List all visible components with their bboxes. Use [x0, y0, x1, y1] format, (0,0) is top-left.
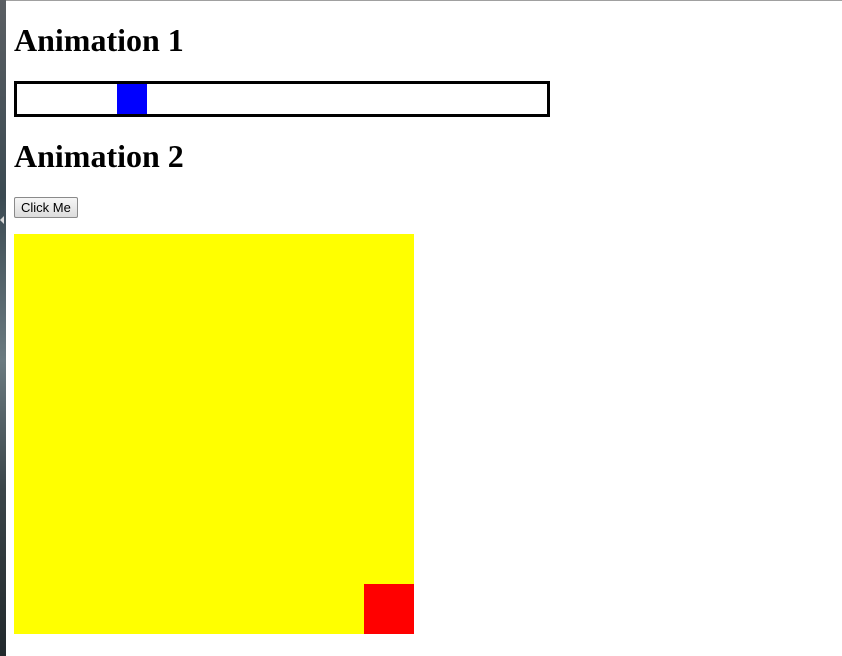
animation-2-heading: Animation 2 [14, 138, 184, 174]
collapse-arrow-icon [0, 216, 4, 224]
animation-1-heading: Animation 1 [14, 22, 184, 58]
animation-1-track [14, 81, 550, 117]
animation-1-moving-block [117, 84, 147, 114]
page-content: Animation 1 Animation 2 Click Me [14, 0, 842, 656]
click-me-button[interactable]: Click Me [14, 197, 78, 218]
animation-2-moving-box [364, 584, 414, 634]
window-edge [0, 0, 6, 656]
animation-2-container [14, 234, 414, 634]
